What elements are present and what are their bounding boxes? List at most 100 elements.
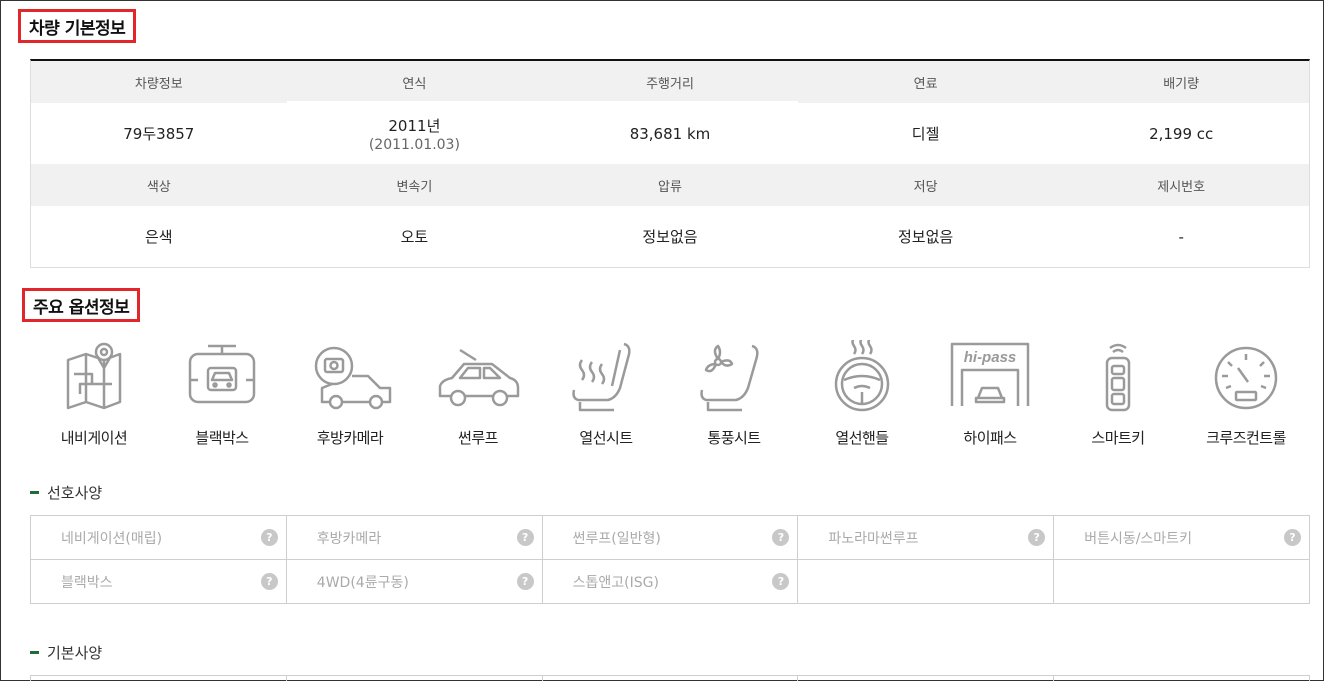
info-value-color: 은색 [144,228,173,246]
option-ventilated-seat: 통풍시트 [670,340,798,448]
option-navigation: 내비게이션 [30,340,158,448]
info-value-vehicle: 79두3857 [31,103,287,164]
grid-cell [287,676,543,681]
smart-key-icon [1070,340,1166,416]
option-dashcam: 블랙박스 [158,340,286,448]
dashcam-icon [174,340,270,416]
heated-steering-icon [814,340,910,416]
model-year: 2011년 [388,116,441,135]
preferred-option: 4WD(4륜구동)? [286,560,543,604]
info-value-mileage: 83,681 km [542,103,798,164]
help-icon[interactable]: ? [772,573,790,590]
option-name: 네비게이션(매립) [61,530,163,547]
grid-cell [543,676,799,681]
help-icon[interactable]: ? [772,529,790,546]
preferred-options-grid: 네비게이션(매립)? 후방카메라? 썬루프(일반형)? 파노라마썬루프? 버튼시… [30,515,1310,604]
info-header-displacement: 배기량 [1163,76,1200,92]
preferred-option: 네비게이션(매립)? [31,516,287,560]
rear-camera-icon [302,340,398,416]
heated-seat-icon [558,340,654,416]
sunroof-icon [430,340,526,416]
info-value-row-2: 은색 오토 정보없음 정보없음 - [31,206,1309,267]
grid-row: 네비게이션(매립)? 후방카메라? 썬루프(일반형)? 파노라마썬루프? 버튼시… [31,516,1310,560]
preferred-title-text: 선호사양 [47,484,103,502]
grid-cell [798,676,1055,681]
option-hipass: hi-pass 하이패스 [926,340,1054,448]
grid-cell [1054,676,1310,681]
option-label: 내비게이션 [60,429,128,447]
mileage: 83,681 km [629,124,711,143]
info-value-mortgage: 정보없음 [897,228,954,246]
option-rear-camera: 후방카메라 [286,340,414,448]
info-value-transmission: 오토 [400,228,429,246]
info-header-transmission: 변속기 [396,179,433,195]
plate-number: 79두3857 [123,125,195,143]
option-name: 블랙박스 [61,574,113,591]
option-label: 크루즈컨트롤 [1206,429,1286,447]
option-label: 스마트키 [1091,429,1145,447]
section-bar [30,491,39,494]
option-name: 썬루프(일반형) [572,530,661,547]
grid-row: 블랙박스? 4WD(4륜구동)? 스톱앤고(ISG)? [31,560,1310,604]
info-header-mileage: 주행거리 [542,61,798,103]
info-header-mortgage: 저당 [913,179,938,195]
help-icon[interactable]: ? [260,573,278,590]
preferred-option: 썬루프(일반형)? [542,516,799,560]
info-value-displacement: 2,199 cc [1053,103,1309,164]
options-title: 주요 옵션정보 [22,288,141,322]
option-heated-steering: 열선핸들 [798,340,926,448]
info-header-fuel: 연료 [913,76,938,92]
help-icon[interactable]: ? [1283,529,1301,546]
option-label: 후방카메라 [316,429,384,447]
option-label: 하이패스 [963,429,1017,447]
option-sunroof: 썬루프 [414,340,542,448]
basic-spec-title-text: 기본사양 [47,644,103,662]
option-label: 썬루프 [458,429,498,447]
option-label: 열선시트 [579,429,633,447]
info-value-row-1: 79두3857 2011년 (2011.01.03) 83,681 km 디젤 … [31,103,1309,164]
fuel-type: 디젤 [911,125,940,143]
info-header-year: 연식 [286,61,543,103]
info-header-row-1: 차량정보 연식 주행거리 연료 배기량 [31,61,1309,103]
preferred-option: 파노라마썬루프? [798,516,1055,560]
help-icon[interactable]: ? [260,529,278,546]
option-heated-seat: 열선시트 [542,340,670,448]
option-name: 버튼시동/스마트키 [1084,530,1192,547]
preferred-title: 선호사양 [30,482,102,503]
info-header-listing-number: 제시번호 [1157,179,1206,195]
preferred-option: 블랙박스? [31,560,287,604]
registration-date: (2011.01.03) [368,136,460,153]
ventilated-seat-icon [686,340,782,416]
help-icon[interactable]: ? [516,573,534,590]
basic-info-table: 차량정보 연식 주행거리 연료 배기량 79두3857 2011년 (2011.… [30,59,1310,268]
basic-spec-grid [30,675,1310,681]
info-header-seizure: 압류 [658,179,682,195]
navigation-icon [46,340,142,416]
option-name: 스톱앤고(ISG) [572,574,659,591]
option-label: 통풍시트 [707,429,761,447]
basic-spec-title: 기본사양 [30,642,102,663]
displacement: 2,199 cc [1149,124,1214,143]
option-icons-row: 내비게이션 블랙박스 후방카메라 썬루프 열선시트 통풍시트 열선핸들 hi-p… [30,340,1310,448]
option-name: 4WD(4륜구동) [316,574,409,591]
preferred-option-empty [798,560,1055,604]
preferred-option-empty [1054,560,1310,604]
info-header-color: 색상 [146,179,171,195]
info-value-year: 2011년 (2011.01.03) [287,103,543,164]
basic-info-title: 차량 기본정보 [18,9,137,43]
section-bar [30,651,39,654]
option-name: 후방카메라 [316,530,382,547]
info-value-seizure: 정보없음 [642,228,698,246]
option-label: 열선핸들 [835,429,889,447]
help-icon[interactable]: ? [516,529,534,546]
grid-cell [31,676,287,681]
option-smart-key: 스마트키 [1054,340,1182,448]
preferred-option: 스톱앤고(ISG)? [542,560,799,604]
preferred-option: 버튼시동/스마트키? [1054,516,1310,560]
info-header-vehicle: 차량정보 [134,76,183,92]
option-name: 파노라마썬루프 [828,530,919,547]
info-header-row-2: 색상 변속기 압류 저당 제시번호 [31,164,1309,206]
help-icon[interactable]: ? [1028,529,1046,546]
info-value-listing-number: - [1178,227,1184,246]
hipass-logo-text: hi-pass [964,349,1017,366]
